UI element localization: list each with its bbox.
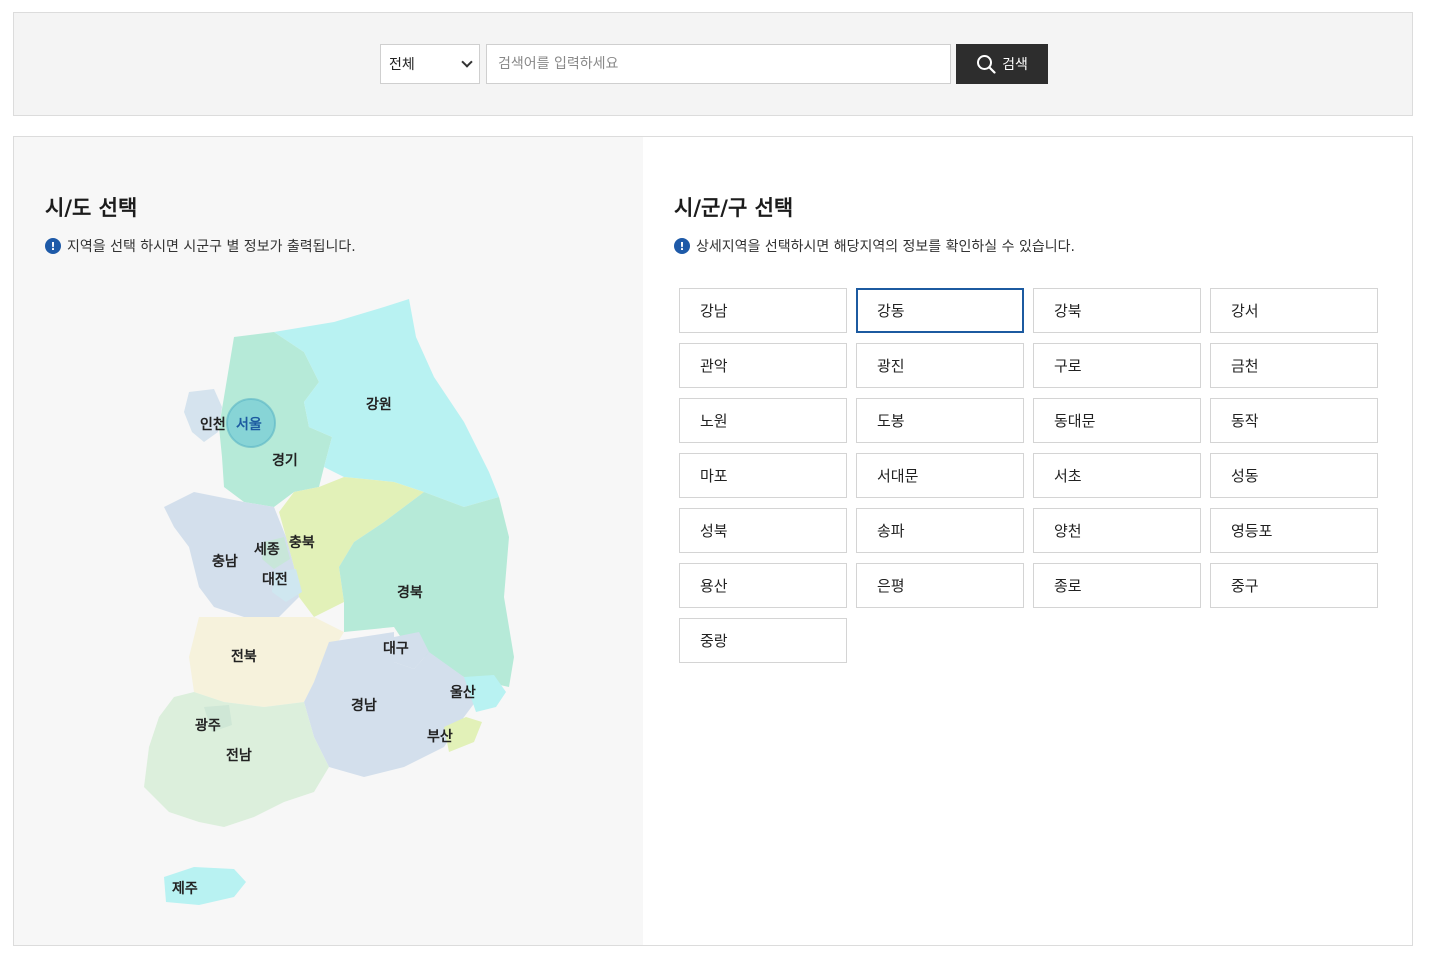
label-incheon: 인천 (200, 416, 226, 433)
district-pane: 시/군/구 선택 ! 상세지역을 선택하시면 해당지역의 정보를 확인하실 수 … (643, 137, 1412, 945)
label-gyeongbuk: 경북 (397, 584, 423, 601)
district-notice: ! 상세지역을 선택하시면 해당지역의 정보를 확인하실 수 있습니다. (674, 236, 1075, 256)
district-button[interactable]: 강남 (679, 288, 847, 333)
district-button[interactable]: 동작 (1210, 398, 1378, 443)
province-pane: 시/도 선택 ! 지역을 선택 하시면 시군구 별 정보가 출력됩니다. 인천 … (14, 137, 643, 945)
label-gyeonggi: 경기 (272, 452, 298, 469)
search-button[interactable]: 검색 (956, 44, 1048, 84)
district-button[interactable]: 서대문 (856, 453, 1024, 498)
province-notice-text: 지역을 선택 하시면 시군구 별 정보가 출력됩니다. (67, 239, 356, 255)
district-button[interactable]: 중구 (1210, 563, 1378, 608)
district-title: 시/군/구 선택 (674, 196, 794, 220)
label-busan: 부산 (427, 728, 453, 745)
korea-map: 인천 서울 강원 경기 충북 세종 충남 대전 경북 대구 전북 울산 경남 부… (144, 299, 514, 905)
district-button[interactable]: 성북 (679, 508, 847, 553)
label-jeju: 제주 (172, 881, 198, 897)
province-title: 시/도 선택 (45, 196, 138, 220)
label-jeonbuk: 전북 (231, 648, 257, 665)
district-button[interactable]: 동대문 (1033, 398, 1201, 443)
district-button[interactable]: 용산 (679, 563, 847, 608)
chevron-down-icon (461, 56, 473, 68)
label-daejeon: 대전 (262, 571, 288, 588)
search-icon (977, 55, 996, 74)
label-sejong: 세종 (254, 542, 280, 558)
info-icon: ! (674, 238, 690, 254)
district-button[interactable]: 성동 (1210, 453, 1378, 498)
district-button[interactable]: 관악 (679, 343, 847, 388)
search-panel: 전체 검색 (13, 12, 1413, 116)
district-button[interactable]: 광진 (856, 343, 1024, 388)
info-icon: ! (45, 238, 61, 254)
district-notice-text: 상세지역을 선택하시면 해당지역의 정보를 확인하실 수 있습니다. (696, 239, 1075, 255)
search-scope-value: 전체 (389, 57, 415, 73)
label-ulsan: 울산 (450, 684, 476, 701)
district-button[interactable]: 양천 (1033, 508, 1201, 553)
province-notice: ! 지역을 선택 하시면 시군구 별 정보가 출력됩니다. (45, 236, 356, 256)
label-gyeongnam: 경남 (351, 697, 377, 714)
district-button[interactable]: 영등포 (1210, 508, 1378, 553)
label-seoul: 서울 (236, 416, 262, 433)
label-jeonnam: 전남 (226, 747, 252, 764)
district-button[interactable]: 강북 (1033, 288, 1201, 333)
label-chungnam: 충남 (212, 553, 238, 570)
district-button[interactable]: 금천 (1210, 343, 1378, 388)
district-button[interactable]: 송파 (856, 508, 1024, 553)
search-scope-select[interactable]: 전체 (380, 44, 480, 84)
district-button[interactable]: 은평 (856, 563, 1024, 608)
label-gangwon: 강원 (366, 396, 392, 413)
search-input[interactable] (486, 44, 951, 84)
label-chungbuk: 충북 (289, 535, 315, 551)
district-button[interactable]: 구로 (1033, 343, 1201, 388)
district-button[interactable]: 중랑 (679, 618, 847, 663)
label-daegu: 대구 (383, 641, 409, 657)
district-button-selected[interactable]: 강동 (856, 288, 1024, 333)
content-panel: 시/도 선택 ! 지역을 선택 하시면 시군구 별 정보가 출력됩니다. 인천 … (13, 136, 1413, 946)
district-button[interactable]: 도봉 (856, 398, 1024, 443)
district-button[interactable]: 노원 (679, 398, 847, 443)
district-button[interactable]: 강서 (1210, 288, 1378, 333)
district-button[interactable]: 종로 (1033, 563, 1201, 608)
region-incheon[interactable] (184, 389, 222, 442)
district-button[interactable]: 마포 (679, 453, 847, 498)
label-gwangju: 광주 (195, 717, 221, 734)
district-button[interactable]: 서초 (1033, 453, 1201, 498)
search-button-label: 검색 (1002, 57, 1028, 73)
